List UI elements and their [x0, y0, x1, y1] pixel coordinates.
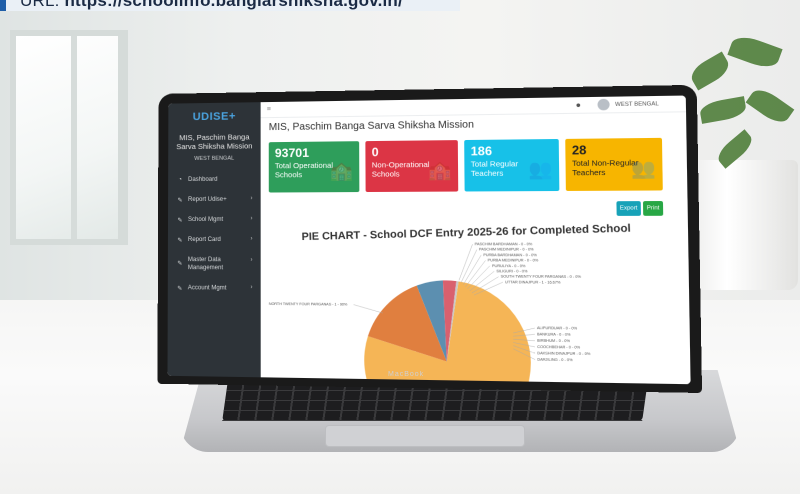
sidebar-item-label: Report Udise+ — [188, 196, 227, 203]
sidebar-item-label: Master Data Management — [187, 257, 224, 272]
sidebar-item-dashboard[interactable]: ◔ Dashboard — [168, 169, 261, 190]
bell-icon[interactable]: ● — [576, 100, 581, 109]
edit-icon: ✎ — [177, 217, 183, 224]
chevron-right-icon: › — [250, 257, 253, 264]
users-icon: 👥 — [630, 157, 656, 180]
udise-logo[interactable]: UDISE+ — [168, 102, 260, 131]
users-icon: 👥 — [528, 158, 553, 180]
avatar[interactable] — [597, 98, 610, 111]
stat-value: 93701 — [274, 145, 310, 161]
laptop-trackpad — [325, 425, 525, 447]
pie-slice-label: DAKSHIN DINAJPUR - 0 - 0% — [537, 351, 591, 356]
pie-chart-svg: PASCHIM BARDHAMAN - 0 - 0% PASCHIM MEDINI… — [269, 242, 591, 385]
chevron-right-icon: › — [250, 195, 253, 202]
sidebar-state: WEST BENGAL — [194, 155, 235, 162]
pie-leader-line — [354, 305, 383, 313]
url-caption-text: URL: https://schoolinfo.banglarshiksha.g… — [20, 0, 403, 11]
chevron-right-icon: › — [250, 284, 253, 291]
pie-slice-label: PURBA MEDINIPUR - 0 - 0% — [488, 258, 539, 262]
sidebar-item-label: Report Card — [187, 236, 221, 244]
edit-icon: ✎ — [177, 261, 183, 268]
edit-icon: ✎ — [177, 285, 183, 292]
page-title: MIS, Paschim Banga Sarva Shiksha Mission — [268, 119, 475, 134]
laptop-screen: UDISE+ MIS, Paschim Banga Sarva Shiksha … — [167, 95, 691, 385]
pie-slice-label: PURULIYA - 0 - 0% — [492, 264, 526, 268]
print-button[interactable]: Print — [642, 201, 664, 216]
school-icon: 🏫 — [329, 160, 354, 182]
background-window — [10, 30, 128, 245]
url-caption-label: URL: — [20, 0, 65, 10]
user-name[interactable]: WEST BENGAL — [615, 101, 659, 108]
stat-card-non-regular-teachers[interactable]: 28 Total Non-Regular Teachers 👥 — [565, 137, 663, 191]
pie-slice-label: PASCHIM MEDINIPUR - 0 - 0% — [479, 248, 535, 252]
laptop-brand: MacBook — [388, 371, 425, 378]
stat-value: 28 — [571, 142, 587, 158]
chevron-right-icon: › — [250, 215, 253, 222]
export-button[interactable]: Export — [616, 201, 641, 216]
stat-card-non-operational-schools[interactable]: 0 Non-Operational Schools 🏫 — [365, 140, 459, 193]
sidebar-item-report-udise[interactable]: ✎ Report Udise+ › — [168, 190, 261, 210]
stat-card-operational-schools[interactable]: 93701 Total Operational Schools 🏫 — [268, 141, 360, 193]
main-content: MIS, Paschim Banga Sarva Shiksha Mission… — [260, 112, 691, 385]
gauge-icon: ◔ — [178, 177, 182, 184]
sidebar-item-label: Account Mgmt — [187, 285, 227, 292]
pie-chart: PASCHIM BARDHAMAN - 0 - 0% PASCHIM MEDINI… — [261, 239, 691, 385]
url-link[interactable]: https://schoolinfo.banglarshiksha.gov.in… — [64, 0, 402, 10]
sidebar-item-label: Dashboard — [188, 176, 218, 183]
pie-slice-label: BIRBHUM - 0 - 0% — [537, 339, 571, 344]
stat-value: 186 — [470, 143, 493, 159]
pie-slice-label: PURBA BARDHAMAN - 0 - 0% — [483, 253, 537, 257]
pie-slice-label: PASCHIM BARDHAMAN - 0 - 0% — [475, 242, 534, 246]
pie-slice-label: DARJILING - 0 - 0% — [537, 357, 573, 362]
menu-toggle-icon[interactable]: ≡ — [267, 106, 271, 113]
sidebar-item-master-data[interactable]: ✎ Master Data Management › — [168, 250, 261, 279]
edit-icon: ✎ — [177, 197, 183, 204]
sidebar-item-label: School Mgmt — [187, 216, 224, 223]
stat-value: 0 — [371, 145, 379, 160]
pie-slice-label: SOUTH TWENTY FOUR PARGANAS - 0 - 0% — [501, 275, 582, 280]
chevron-right-icon: › — [250, 235, 253, 243]
sidebar-item-account-mgmt[interactable]: ✎ Account Mgmt › — [168, 278, 261, 299]
sidebar-item-school-mgmt[interactable]: ✎ School Mgmt › — [168, 210, 261, 230]
sidebar-org-name: MIS, Paschim Banga Sarva Shiksha Mission — [176, 132, 253, 152]
sidebar: UDISE+ MIS, Paschim Banga Sarva Shiksha … — [167, 102, 261, 378]
sidebar-item-report-card[interactable]: ✎ Report Card › — [168, 230, 261, 250]
pie-slice-label: BANKURA - 0 - 0% — [537, 332, 571, 337]
laptop-lid: UDISE+ MIS, Paschim Banga Sarva Shiksha … — [157, 84, 703, 393]
url-caption: URL: https://schoolinfo.banglarshiksha.g… — [0, 0, 460, 11]
edit-icon: ✎ — [177, 237, 183, 244]
school-icon: 🏫 — [427, 159, 452, 181]
stat-card-regular-teachers[interactable]: 186 Total Regular Teachers 👥 — [464, 138, 560, 192]
pie-slice-label: ALIPURDUAR - 0 - 0% — [537, 326, 578, 331]
caption-accent — [0, 0, 6, 11]
pie-slice-label: UTTAR DINAJPUR - 1 - 16.67% — [505, 280, 561, 284]
pie-slice-label: COOCHBEHAR - 0 - 0% — [537, 345, 581, 350]
pie-slice-label: NORTH TWENTY FOUR PARGANAS - 1 - 90% — [269, 302, 348, 307]
pie-slice-label: SILIGURI - 0 - 0% — [496, 269, 528, 273]
